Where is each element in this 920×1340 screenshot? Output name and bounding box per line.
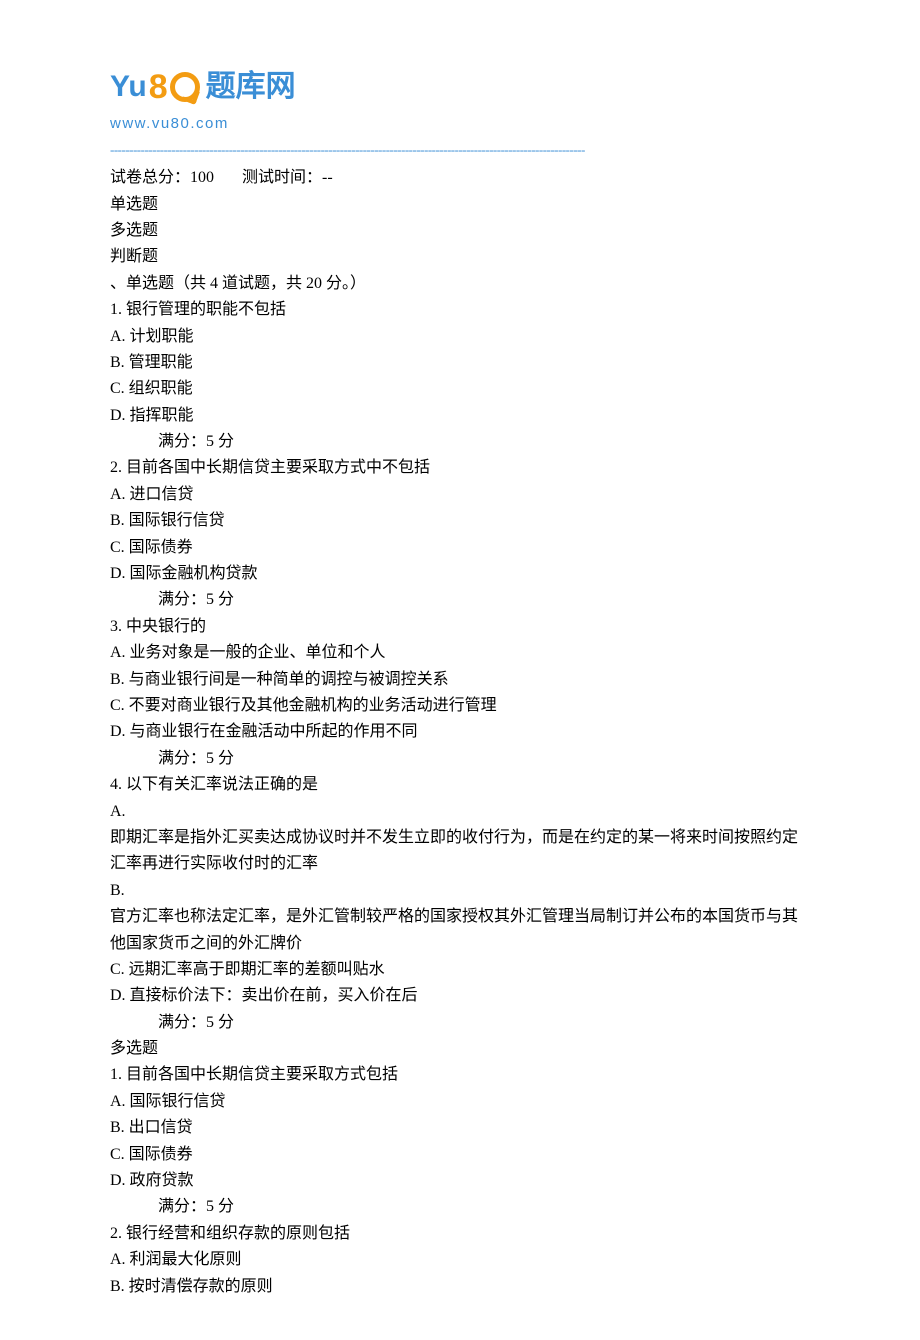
q2-option-d: D. 国际金融机构贷款	[110, 561, 810, 587]
document-content: 试卷总分：100 测试时间：-- 单选题 多选题 判断题 、单选题（共 4 道试…	[110, 165, 810, 1300]
total-score-value: 100	[190, 169, 214, 186]
q1-stem: 1. 银行管理的职能不包括	[110, 297, 810, 323]
total-score-label: 试卷总分：	[110, 169, 190, 186]
logo-title-cn: 题库网	[206, 63, 296, 111]
q3-option-c: C. 不要对商业银行及其他金融机构的业务活动进行管理	[110, 693, 810, 719]
logo-zero-icon	[170, 72, 200, 102]
q2-option-b: B. 国际银行信贷	[110, 508, 810, 534]
q3-option-d: D. 与商业银行在金融活动中所起的作用不同	[110, 719, 810, 745]
mq1-option-b: B. 出口信贷	[110, 1115, 810, 1141]
q1-option-b: B. 管理职能	[110, 350, 810, 376]
q4-option-b-label: B.	[110, 878, 810, 904]
q3-option-a: A. 业务对象是一般的企业、单位和个人	[110, 640, 810, 666]
q3-stem: 3. 中央银行的	[110, 614, 810, 640]
q1-option-c: C. 组织职能	[110, 376, 810, 402]
q4-option-a-label: A.	[110, 799, 810, 825]
q2-score: 满分：5 分	[110, 587, 810, 613]
site-logo: Yu 8 题库网 www.vu80.com	[110, 60, 810, 136]
section-nav-single: 单选题	[110, 192, 810, 218]
q4-stem: 4. 以下有关汇率说法正确的是	[110, 772, 810, 798]
multi-choice-heading: 多选题	[110, 1036, 810, 1062]
q2-option-c: C. 国际债券	[110, 535, 810, 561]
q3-option-b: B. 与商业银行间是一种简单的调控与被调控关系	[110, 667, 810, 693]
logo-url: www.vu80.com	[110, 112, 810, 136]
logo-yu-icon: Yu	[110, 63, 147, 111]
q3-score: 满分：5 分	[110, 746, 810, 772]
q4-option-c: C. 远期汇率高于即期汇率的差额叫贴水	[110, 957, 810, 983]
test-time-value: --	[322, 169, 333, 186]
mq2-option-b: B. 按时清偿存款的原则	[110, 1274, 810, 1300]
q1-option-d: D. 指挥职能	[110, 403, 810, 429]
mq1-option-c: C. 国际债券	[110, 1142, 810, 1168]
single-choice-heading: 、单选题（共 4 道试题，共 20 分。）	[110, 271, 810, 297]
q4-option-d: D. 直接标价法下：卖出价在前，买入价在后	[110, 983, 810, 1009]
q1-score: 满分：5 分	[110, 429, 810, 455]
mq2-stem: 2. 银行经营和组织存款的原则包括	[110, 1221, 810, 1247]
mq1-option-a: A. 国际银行信贷	[110, 1089, 810, 1115]
q2-option-a: A. 进口信贷	[110, 482, 810, 508]
exam-document-page: Yu 8 题库网 www.vu80.com ------------------…	[0, 0, 920, 1340]
mq2-option-a: A. 利润最大化原则	[110, 1247, 810, 1273]
q4-option-b-text: 官方汇率也称法定汇率，是外汇管制较严格的国家授权其外汇管理当局制订并公布的本国货…	[110, 904, 810, 957]
section-nav-multi: 多选题	[110, 218, 810, 244]
q4-score: 满分：5 分	[110, 1010, 810, 1036]
q1-option-a: A. 计划职能	[110, 324, 810, 350]
logo-eight-icon: 8	[149, 60, 168, 114]
header-info-line: 试卷总分：100 测试时间：--	[110, 165, 810, 191]
section-nav-judge: 判断题	[110, 244, 810, 270]
mq1-option-d: D. 政府贷款	[110, 1168, 810, 1194]
mq1-stem: 1. 目前各国中长期信贷主要采取方式包括	[110, 1062, 810, 1088]
mq1-score: 满分：5 分	[110, 1194, 810, 1220]
q2-stem: 2. 目前各国中长期信贷主要采取方式中不包括	[110, 455, 810, 481]
logo-graphic: Yu 8 题库网	[110, 60, 810, 114]
header-divider: ----------------------------------------…	[110, 140, 810, 161]
q4-option-a-text: 即期汇率是指外汇买卖达成协议时并不发生立即的收付行为，而是在约定的某一将来时间按…	[110, 825, 810, 878]
test-time-label: 测试时间：	[242, 169, 322, 186]
